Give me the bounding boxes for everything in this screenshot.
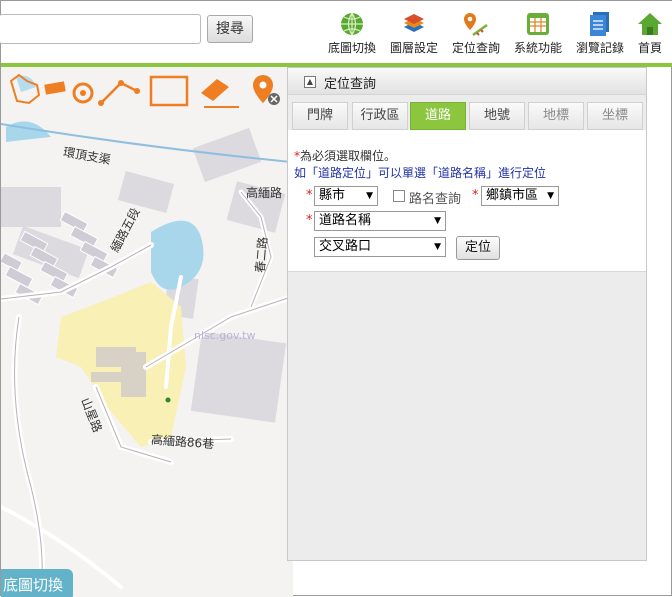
nav-browse-history[interactable]: 瀏覽記錄 <box>574 11 626 57</box>
hint-text: 如「道路定位」可以單選「道路名稱」進行定位 <box>294 166 547 180</box>
panel-title-bar: ▲ 定位查詢 <box>288 68 646 95</box>
calendar-grid-icon <box>527 13 549 35</box>
locate-button[interactable]: 定位 <box>456 236 500 260</box>
nav-system-functions[interactable]: 系統功能 <box>512 11 564 57</box>
intersection-select[interactable]: 交叉路口 ▼ <box>314 237 446 257</box>
nav-locate-query[interactable]: 定位查詢 <box>450 11 502 57</box>
required-star: * <box>472 188 479 203</box>
required-star: * <box>306 213 313 228</box>
tab-landmark[interactable]: 地標 <box>528 102 584 130</box>
tab-land-number[interactable]: 地號 <box>469 102 525 130</box>
road-form: *為必須選取欄位。 如「道路定位」可以單選「道路名稱」進行定位 * 縣市 ▼ 路名… <box>288 130 646 272</box>
dropdown-arrow-icon: ▼ <box>547 191 554 201</box>
nav-home[interactable]: 首頁 <box>633 11 667 57</box>
map-watermark: nlsc.gov.tw <box>194 329 256 342</box>
home-icon <box>638 13 662 35</box>
document-icon <box>590 12 609 36</box>
dropdown-arrow-icon: ▼ <box>366 191 373 201</box>
road-name-query-label: 路名查詢 <box>409 192 462 207</box>
globe-icon <box>341 12 363 36</box>
nav-label: 首頁 <box>637 41 662 55</box>
tab-coordinate[interactable]: 坐標 <box>587 102 643 130</box>
required-star: * <box>306 188 313 203</box>
locate-query-icon <box>464 13 488 37</box>
panel-title: 定位查詢 <box>324 77 377 92</box>
nav-layer-settings[interactable]: 圖層設定 <box>388 11 440 57</box>
top-toolbar: 搜尋 底圖切換 圖層設定 定位查詢 系統功能 瀏覽記錄 首頁 <box>0 1 672 63</box>
nav-label: 系統功能 <box>513 41 562 55</box>
locate-query-panel: ▲ 定位查詢 門牌 行政區 道路 地號 地標 坐標 *為必須選取欄位。 如「道路… <box>287 67 647 561</box>
required-note: *為必須選取欄位。 <box>294 149 397 163</box>
map-tools <box>9 73 280 108</box>
layers-icon <box>404 14 424 32</box>
tab-road[interactable]: 道路 <box>410 102 466 130</box>
nav-label: 瀏覽記錄 <box>575 41 624 55</box>
map-canvas[interactable]: 環頂支渠 高緬路 緬路五段 春二路 山星路 高緬路86巷 nlsc.gov.tw… <box>1 67 293 597</box>
nav-label: 底圖切換 <box>327 41 376 55</box>
map-label-road-gaomin: 高緬路 <box>246 186 283 200</box>
dropdown-arrow-icon: ▼ <box>434 242 441 252</box>
nav-basemap-switch[interactable]: 底圖切換 <box>326 11 378 57</box>
road-name-query-checkbox[interactable] <box>393 190 405 202</box>
tab-district[interactable]: 行政區 <box>352 102 408 130</box>
search-button[interactable]: 搜尋 <box>207 15 253 43</box>
road-name-select[interactable]: 道路名稱 ▼ <box>314 211 446 231</box>
dropdown-arrow-icon: ▼ <box>434 216 441 226</box>
basemap-switch-tab[interactable]: 底圖切換 <box>1 569 73 597</box>
nav-label: 定位查詢 <box>451 41 500 55</box>
nav-label: 圖層設定 <box>389 41 438 55</box>
county-select[interactable]: 縣市 ▼ <box>314 186 378 206</box>
collapse-icon[interactable]: ▲ <box>304 76 316 88</box>
tab-house-number[interactable]: 門牌 <box>292 102 348 130</box>
map-label-road-left: 春二路 <box>252 236 271 274</box>
town-select[interactable]: 鄉鎮市區 ▼ <box>481 186 559 206</box>
query-tabs: 門牌 行政區 道路 地號 地標 坐標 <box>292 102 644 130</box>
search-input[interactable] <box>0 14 201 44</box>
